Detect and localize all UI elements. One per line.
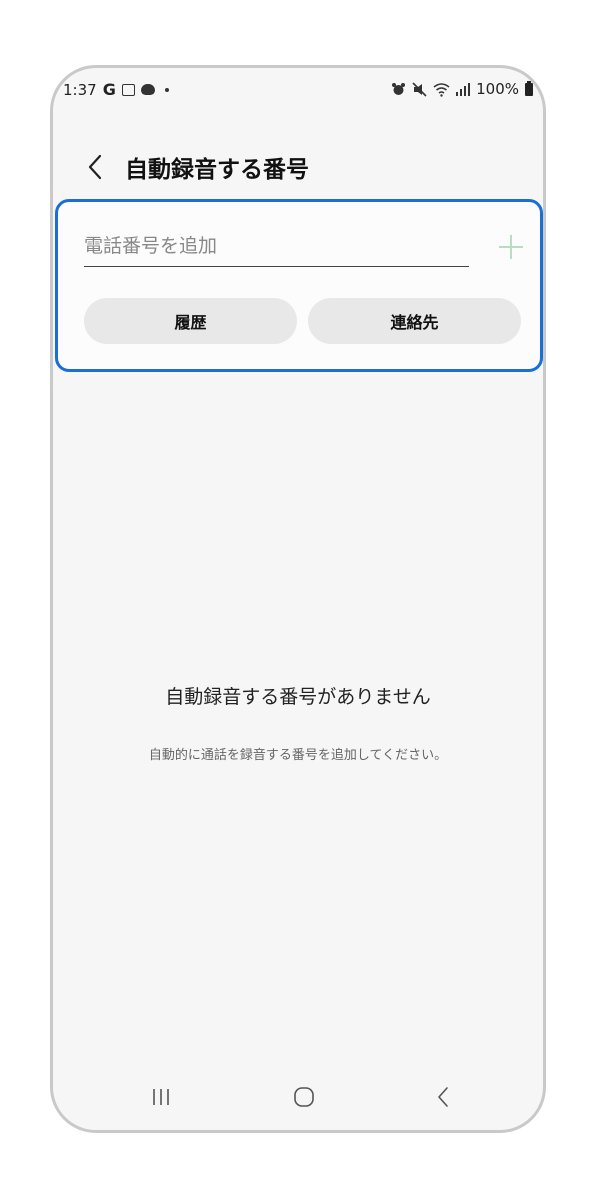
home-button[interactable] <box>284 1082 324 1112</box>
status-time: 1:37 <box>63 80 97 99</box>
status-left: 1:37 G <box>63 80 169 99</box>
notification-box-icon <box>121 83 135 96</box>
add-number-button[interactable] <box>496 232 526 262</box>
status-right: 100% <box>391 80 533 98</box>
mute-icon <box>412 81 427 97</box>
chevron-left-icon <box>88 154 102 180</box>
nav-back-button[interactable] <box>423 1082 463 1112</box>
app-header: 自動録音する番号 <box>53 142 543 192</box>
phone-frame: 1:37 G 100% 自動録音する番号 電話番号を追加 履歴 連絡先 自動録音… <box>50 65 546 1133</box>
history-button[interactable]: 履歴 <box>84 298 297 344</box>
page-title: 自動録音する番号 <box>125 157 309 183</box>
battery-percentage: 100% <box>476 80 519 98</box>
back-button[interactable] <box>75 147 115 187</box>
wifi-icon <box>433 82 450 97</box>
add-number-card: 履歴 連絡先 <box>55 199 543 372</box>
phone-number-input[interactable] <box>84 226 469 267</box>
recents-button[interactable] <box>141 1082 181 1112</box>
empty-state-title: 自動録音する番号がありません <box>165 686 431 708</box>
plus-icon <box>499 235 523 259</box>
chat-bubble-icon <box>140 84 155 95</box>
back-icon <box>438 1087 448 1107</box>
more-notifications-dot-icon <box>164 87 169 92</box>
contacts-button[interactable]: 連絡先 <box>308 298 521 344</box>
google-icon: G <box>102 80 116 99</box>
recents-icon <box>153 1089 169 1105</box>
navigation-bar <box>53 1060 543 1130</box>
status-bar: 1:37 G 100% <box>53 68 543 112</box>
signal-icon <box>456 82 471 96</box>
empty-state-subtitle: 自動的に通話を録音する番号を追加してください。 <box>148 748 448 763</box>
battery-icon <box>525 80 533 96</box>
alarm-icon <box>392 82 406 95</box>
home-icon <box>294 1087 314 1107</box>
